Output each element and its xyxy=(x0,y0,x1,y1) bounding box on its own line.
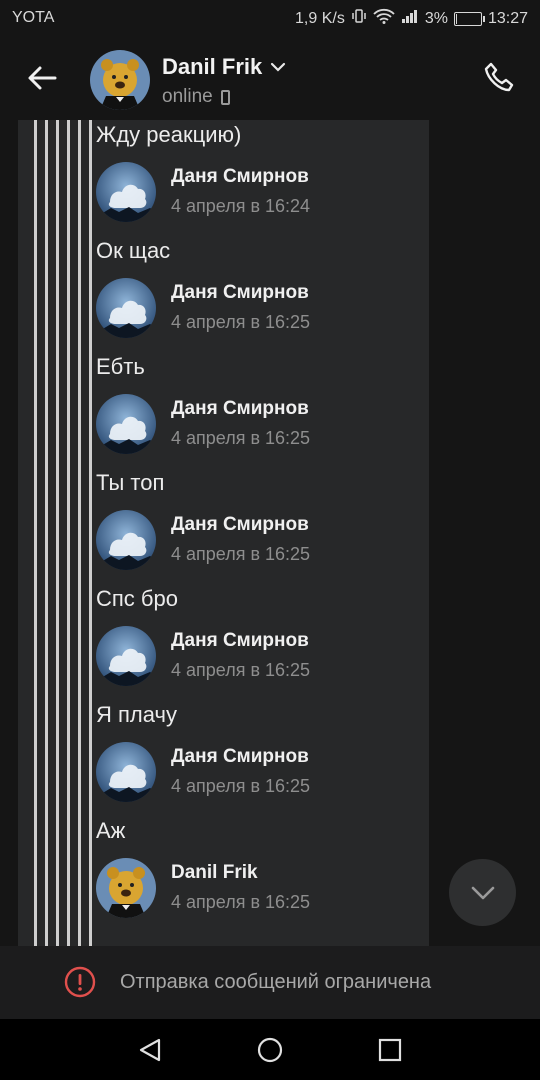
call-button[interactable] xyxy=(478,56,522,100)
message-text[interactable]: Ебть xyxy=(96,354,145,380)
message-date: 4 апреля в 16:25 xyxy=(171,428,311,448)
chat-header: Danil Frik online xyxy=(0,36,540,120)
author-avatar[interactable] xyxy=(96,858,156,918)
messaging-restricted-banner: Отправка сообщений ограничена xyxy=(0,946,540,1019)
restricted-label: Отправка сообщений ограничена xyxy=(120,971,432,993)
author-name[interactable]: Даня Смирнов xyxy=(171,398,309,420)
message-header: Даня Смирнов 4 апреля в 16:25 xyxy=(96,394,429,458)
message-date: 4 апреля в 16:25 xyxy=(171,312,311,332)
author-avatar[interactable] xyxy=(96,394,156,454)
scroll-down-button[interactable] xyxy=(449,859,516,926)
carrier-label: YOTA xyxy=(12,9,55,26)
author-avatar[interactable] xyxy=(96,278,156,338)
author-name[interactable]: Даня Смирнов xyxy=(171,282,309,304)
author-name[interactable]: Даня Смирнов xyxy=(171,746,309,768)
message-text[interactable]: Ок щас xyxy=(96,238,170,264)
status-bar: YOTA 1,9 K/s 3% 13:27 xyxy=(0,0,540,36)
exclamation-circle-icon xyxy=(64,966,96,998)
message-text[interactable]: Аж xyxy=(96,818,125,844)
contact-name-dropdown[interactable]: Danil Frik xyxy=(162,54,286,80)
message-date: 4 апреля в 16:24 xyxy=(171,196,311,216)
author-avatar[interactable] xyxy=(96,162,156,222)
message-header: Danil Frik 4 апреля в 16:25 xyxy=(96,858,429,922)
message-text[interactable]: Я плачу xyxy=(96,702,177,728)
chevron-down-icon xyxy=(471,886,494,899)
message-text[interactable]: Жду реакцию) xyxy=(96,122,241,148)
author-name[interactable]: Даня Смирнов xyxy=(171,514,309,536)
square-recents-icon xyxy=(378,1038,402,1062)
author-name[interactable]: Даня Смирнов xyxy=(171,166,309,188)
forwarded-nesting-lines xyxy=(34,120,104,946)
nesting-line xyxy=(56,120,59,946)
message-text[interactable]: Ты топ xyxy=(96,470,164,496)
battery-icon xyxy=(453,11,485,26)
mobile-icon xyxy=(220,89,230,105)
triangle-back-icon xyxy=(139,1038,161,1062)
clock: 13:27 xyxy=(487,9,528,27)
contact-status: online xyxy=(162,86,230,108)
message-header: Даня Смирнов 4 апреля в 16:25 xyxy=(96,742,429,806)
signal-icon xyxy=(401,9,419,28)
system-nav-bar xyxy=(0,1019,540,1080)
contact-avatar[interactable] xyxy=(90,50,150,110)
author-avatar[interactable] xyxy=(96,742,156,802)
nesting-line xyxy=(89,120,92,946)
author-avatar[interactable] xyxy=(96,626,156,686)
author-name[interactable]: Danil Frik xyxy=(171,862,258,884)
arrow-left-icon xyxy=(28,66,57,90)
battery-percent: 3% xyxy=(424,9,448,27)
message-date: 4 апреля в 16:25 xyxy=(171,892,311,912)
nav-recents-button[interactable] xyxy=(373,1033,407,1067)
message-thread[interactable]: Жду реакцию) Даня Смирнов 4 апреля в 16:24… xyxy=(18,120,429,946)
nesting-line xyxy=(34,120,37,946)
message-date: 4 апреля в 16:25 xyxy=(171,544,311,564)
message-date: 4 апреля в 16:25 xyxy=(171,776,311,796)
nav-back-button[interactable] xyxy=(133,1033,167,1067)
author-avatar[interactable] xyxy=(96,510,156,570)
status-label: online xyxy=(162,86,213,107)
contact-name: Danil Frik xyxy=(162,54,263,79)
nesting-line xyxy=(45,120,48,946)
nesting-line xyxy=(78,120,81,946)
vibrate-icon xyxy=(351,8,367,29)
message-header: Даня Смирнов 4 апреля в 16:24 xyxy=(96,162,429,226)
chevron-down-icon xyxy=(271,62,286,72)
nesting-line xyxy=(67,120,70,946)
wifi-icon xyxy=(373,8,395,29)
message-header: Даня Смирнов 4 апреля в 16:25 xyxy=(96,510,429,574)
network-speed: 1,9 K/s xyxy=(295,9,345,27)
message-header: Даня Смирнов 4 апреля в 16:25 xyxy=(96,278,429,342)
status-icons: 1,9 K/s 3% 13:27 xyxy=(295,8,528,29)
phone-icon xyxy=(484,62,514,92)
nav-home-button[interactable] xyxy=(253,1033,287,1067)
message-text[interactable]: Спс бро xyxy=(96,586,178,612)
message-header: Даня Смирнов 4 апреля в 16:25 xyxy=(96,626,429,690)
message-date: 4 апреля в 16:25 xyxy=(171,660,311,680)
back-button[interactable] xyxy=(20,56,64,100)
circle-home-icon xyxy=(257,1037,283,1063)
author-name[interactable]: Даня Смирнов xyxy=(171,630,309,652)
